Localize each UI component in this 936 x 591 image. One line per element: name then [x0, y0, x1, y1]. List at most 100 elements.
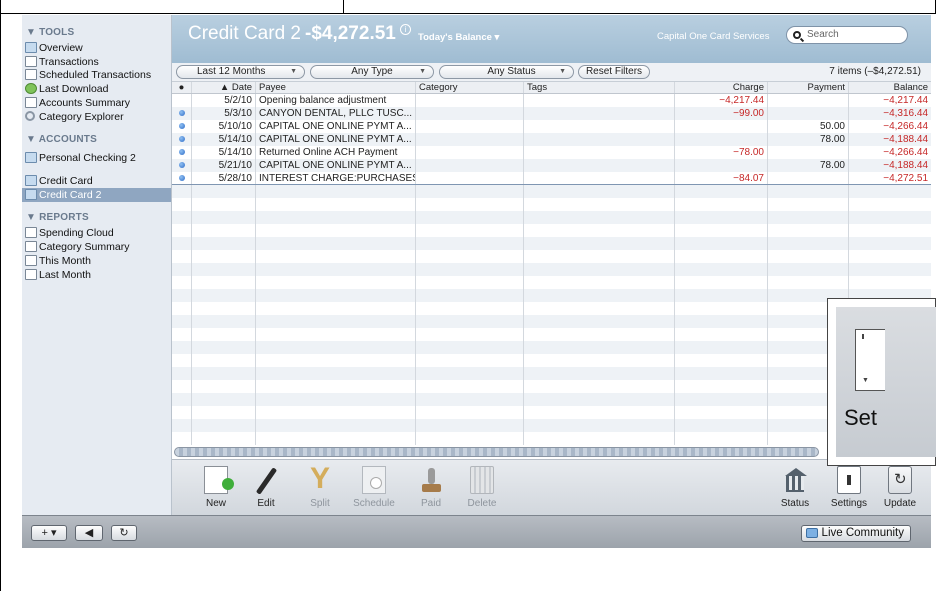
edit-button[interactable]: Edit — [244, 466, 288, 509]
sidebar-item-overview[interactable]: Overview — [22, 41, 171, 55]
balance-type-dropdown[interactable]: Today's Balance ▾ — [418, 32, 499, 43]
empty-table-row — [172, 432, 931, 445]
paid-button[interactable]: Paid — [409, 466, 453, 509]
institution-link[interactable]: Capital One Card Services — [657, 31, 769, 42]
stamp-icon — [419, 466, 443, 494]
table-row[interactable]: 5/21/10 CAPITAL ONE ONLINE PYMT A... 78.00… — [172, 159, 931, 172]
delete-button[interactable]: Delete — [460, 466, 504, 509]
sidebar-item-last-download[interactable]: Last Download — [22, 82, 171, 96]
table-row[interactable]: 5/10/10 CAPITAL ONE ONLINE PYMT A... 50.00… — [172, 120, 931, 133]
horizontal-scrollbar[interactable] — [174, 447, 819, 457]
update-button[interactable]: Update — [878, 466, 922, 509]
column-header-category[interactable]: Category — [416, 82, 524, 93]
column-header-tags[interactable]: Tags — [524, 82, 675, 93]
sidebar-item-transactions[interactable]: Transactions — [22, 55, 171, 68]
sidebar-item-personal-checking-2[interactable]: Personal Checking 2 — [22, 148, 171, 168]
table-row[interactable]: 5/14/10 CAPITAL ONE ONLINE PYMT A... 78.00… — [172, 133, 931, 146]
settings-button[interactable]: Settings — [827, 466, 871, 509]
empty-table-row — [172, 354, 931, 367]
table-row[interactable]: 5/3/10 CANYON DENTAL, PLLC TUSC... −99.00 −… — [172, 107, 931, 120]
empty-cell — [172, 406, 192, 419]
info-icon[interactable]: i — [400, 24, 411, 35]
chevron-down-icon: ▼ — [290, 68, 297, 75]
sidebar-item-category-summary[interactable]: Category Summary — [22, 240, 171, 254]
settings-icon — [837, 466, 861, 494]
account-name: Credit Card 2 — [188, 23, 301, 44]
checking-account-icon — [25, 152, 37, 163]
date-cell: 5/10/10 — [192, 120, 256, 133]
empty-cell — [416, 276, 524, 289]
sidebar-item-credit-card[interactable]: Credit Card — [22, 174, 171, 188]
table-row[interactable]: 5/28/10 INTEREST CHARGE:PURCHASES −84.07 −4… — [172, 172, 931, 185]
status-button[interactable]: Status — [773, 466, 817, 509]
category-cell — [416, 133, 524, 146]
app-window: ▼ TOOLS Overview Transactions Scheduled … — [22, 15, 931, 548]
credit-card-icon — [25, 175, 37, 186]
schedule-button[interactable]: Schedule — [352, 466, 396, 509]
empty-cell — [768, 237, 849, 250]
sidebar-item-credit-card-2[interactable]: Credit Card 2 — [22, 188, 171, 202]
empty-cell — [416, 211, 524, 224]
empty-cell — [172, 328, 192, 341]
empty-cell — [524, 289, 675, 302]
column-header-payee[interactable]: Payee — [256, 82, 416, 93]
column-header-payment[interactable]: Payment — [768, 82, 849, 93]
reset-filters-button[interactable]: Reset Filters — [578, 65, 650, 79]
empty-cell — [256, 289, 416, 302]
empty-cell — [675, 224, 768, 237]
empty-table-row — [172, 328, 931, 341]
sidebar-item-label: This Month — [39, 255, 91, 267]
add-menu-button[interactable]: + ▾ — [31, 525, 67, 541]
period-filter[interactable]: Last 12 Months ▼ — [176, 65, 305, 79]
empty-cell — [849, 263, 931, 276]
cleared-status-cell — [172, 172, 192, 184]
table-row[interactable]: 5/14/10 Returned Online ACH Payment −78.00… — [172, 146, 931, 159]
table-row[interactable]: 5/2/10 Opening balance adjustment −4,217.4… — [172, 94, 931, 107]
column-header-charge[interactable]: Charge — [675, 82, 768, 93]
status-bar: + ▾ ◀ ↻ Live Community — [22, 515, 931, 548]
column-header-balance[interactable]: Balance — [849, 82, 931, 93]
empty-cell — [524, 419, 675, 432]
sidebar-item-this-month[interactable]: This Month — [22, 254, 171, 268]
empty-cell — [172, 380, 192, 393]
type-filter[interactable]: Any Type ▼ — [310, 65, 434, 79]
empty-cell — [172, 432, 192, 445]
filter-bar: Last 12 Months ▼ Any Type ▼ Any Status ▼ Re… — [172, 63, 931, 82]
sidebar-item-label: Credit Card — [39, 175, 93, 187]
sidebar-item-category-explorer[interactable]: Category Explorer — [22, 110, 171, 124]
empty-cell — [192, 341, 256, 354]
new-button[interactable]: New — [194, 466, 238, 509]
empty-cell — [256, 185, 416, 198]
date-cell: 5/3/10 — [192, 107, 256, 120]
empty-cell — [416, 224, 524, 237]
live-community-button[interactable]: Live Community — [800, 525, 911, 542]
payee-cell: Returned Online ACH Payment — [256, 146, 416, 159]
sidebar-section-accounts[interactable]: ▼ ACCOUNTS — [22, 132, 171, 148]
sidebar-item-scheduled-transactions[interactable]: Scheduled Transactions — [22, 68, 171, 82]
empty-cell — [256, 393, 416, 406]
back-button[interactable]: ◀ — [75, 525, 103, 541]
sidebar-section-reports[interactable]: ▼ REPORTS — [22, 210, 171, 226]
search-input[interactable]: Search — [786, 26, 908, 44]
column-header-status[interactable]: ● — [172, 82, 192, 93]
empty-cell — [675, 328, 768, 341]
empty-cell — [256, 328, 416, 341]
report-icon — [25, 241, 37, 252]
empty-cell — [524, 237, 675, 250]
sidebar-item-accounts-summary[interactable]: Accounts Summary — [22, 96, 171, 110]
empty-cell — [524, 198, 675, 211]
sidebar-item-last-month[interactable]: Last Month — [22, 268, 171, 282]
new-transaction-dot-icon — [178, 175, 185, 181]
empty-table-row — [172, 302, 931, 315]
empty-cell — [256, 224, 416, 237]
refresh-button[interactable]: ↻ — [111, 525, 137, 541]
split-button[interactable]: Split — [298, 462, 342, 509]
column-header-date[interactable]: ▲ Date — [192, 82, 256, 93]
empty-table-row — [172, 185, 931, 198]
cleared-status-cell — [172, 94, 192, 107]
empty-cell — [192, 237, 256, 250]
main-panel: Credit Card 2 -$4,272.51 i Today's Balanc… — [172, 15, 931, 515]
sidebar-section-tools[interactable]: ▼ TOOLS — [22, 25, 171, 41]
sidebar-item-spending-cloud[interactable]: Spending Cloud — [22, 226, 171, 240]
status-filter[interactable]: Any Status ▼ — [439, 65, 574, 79]
